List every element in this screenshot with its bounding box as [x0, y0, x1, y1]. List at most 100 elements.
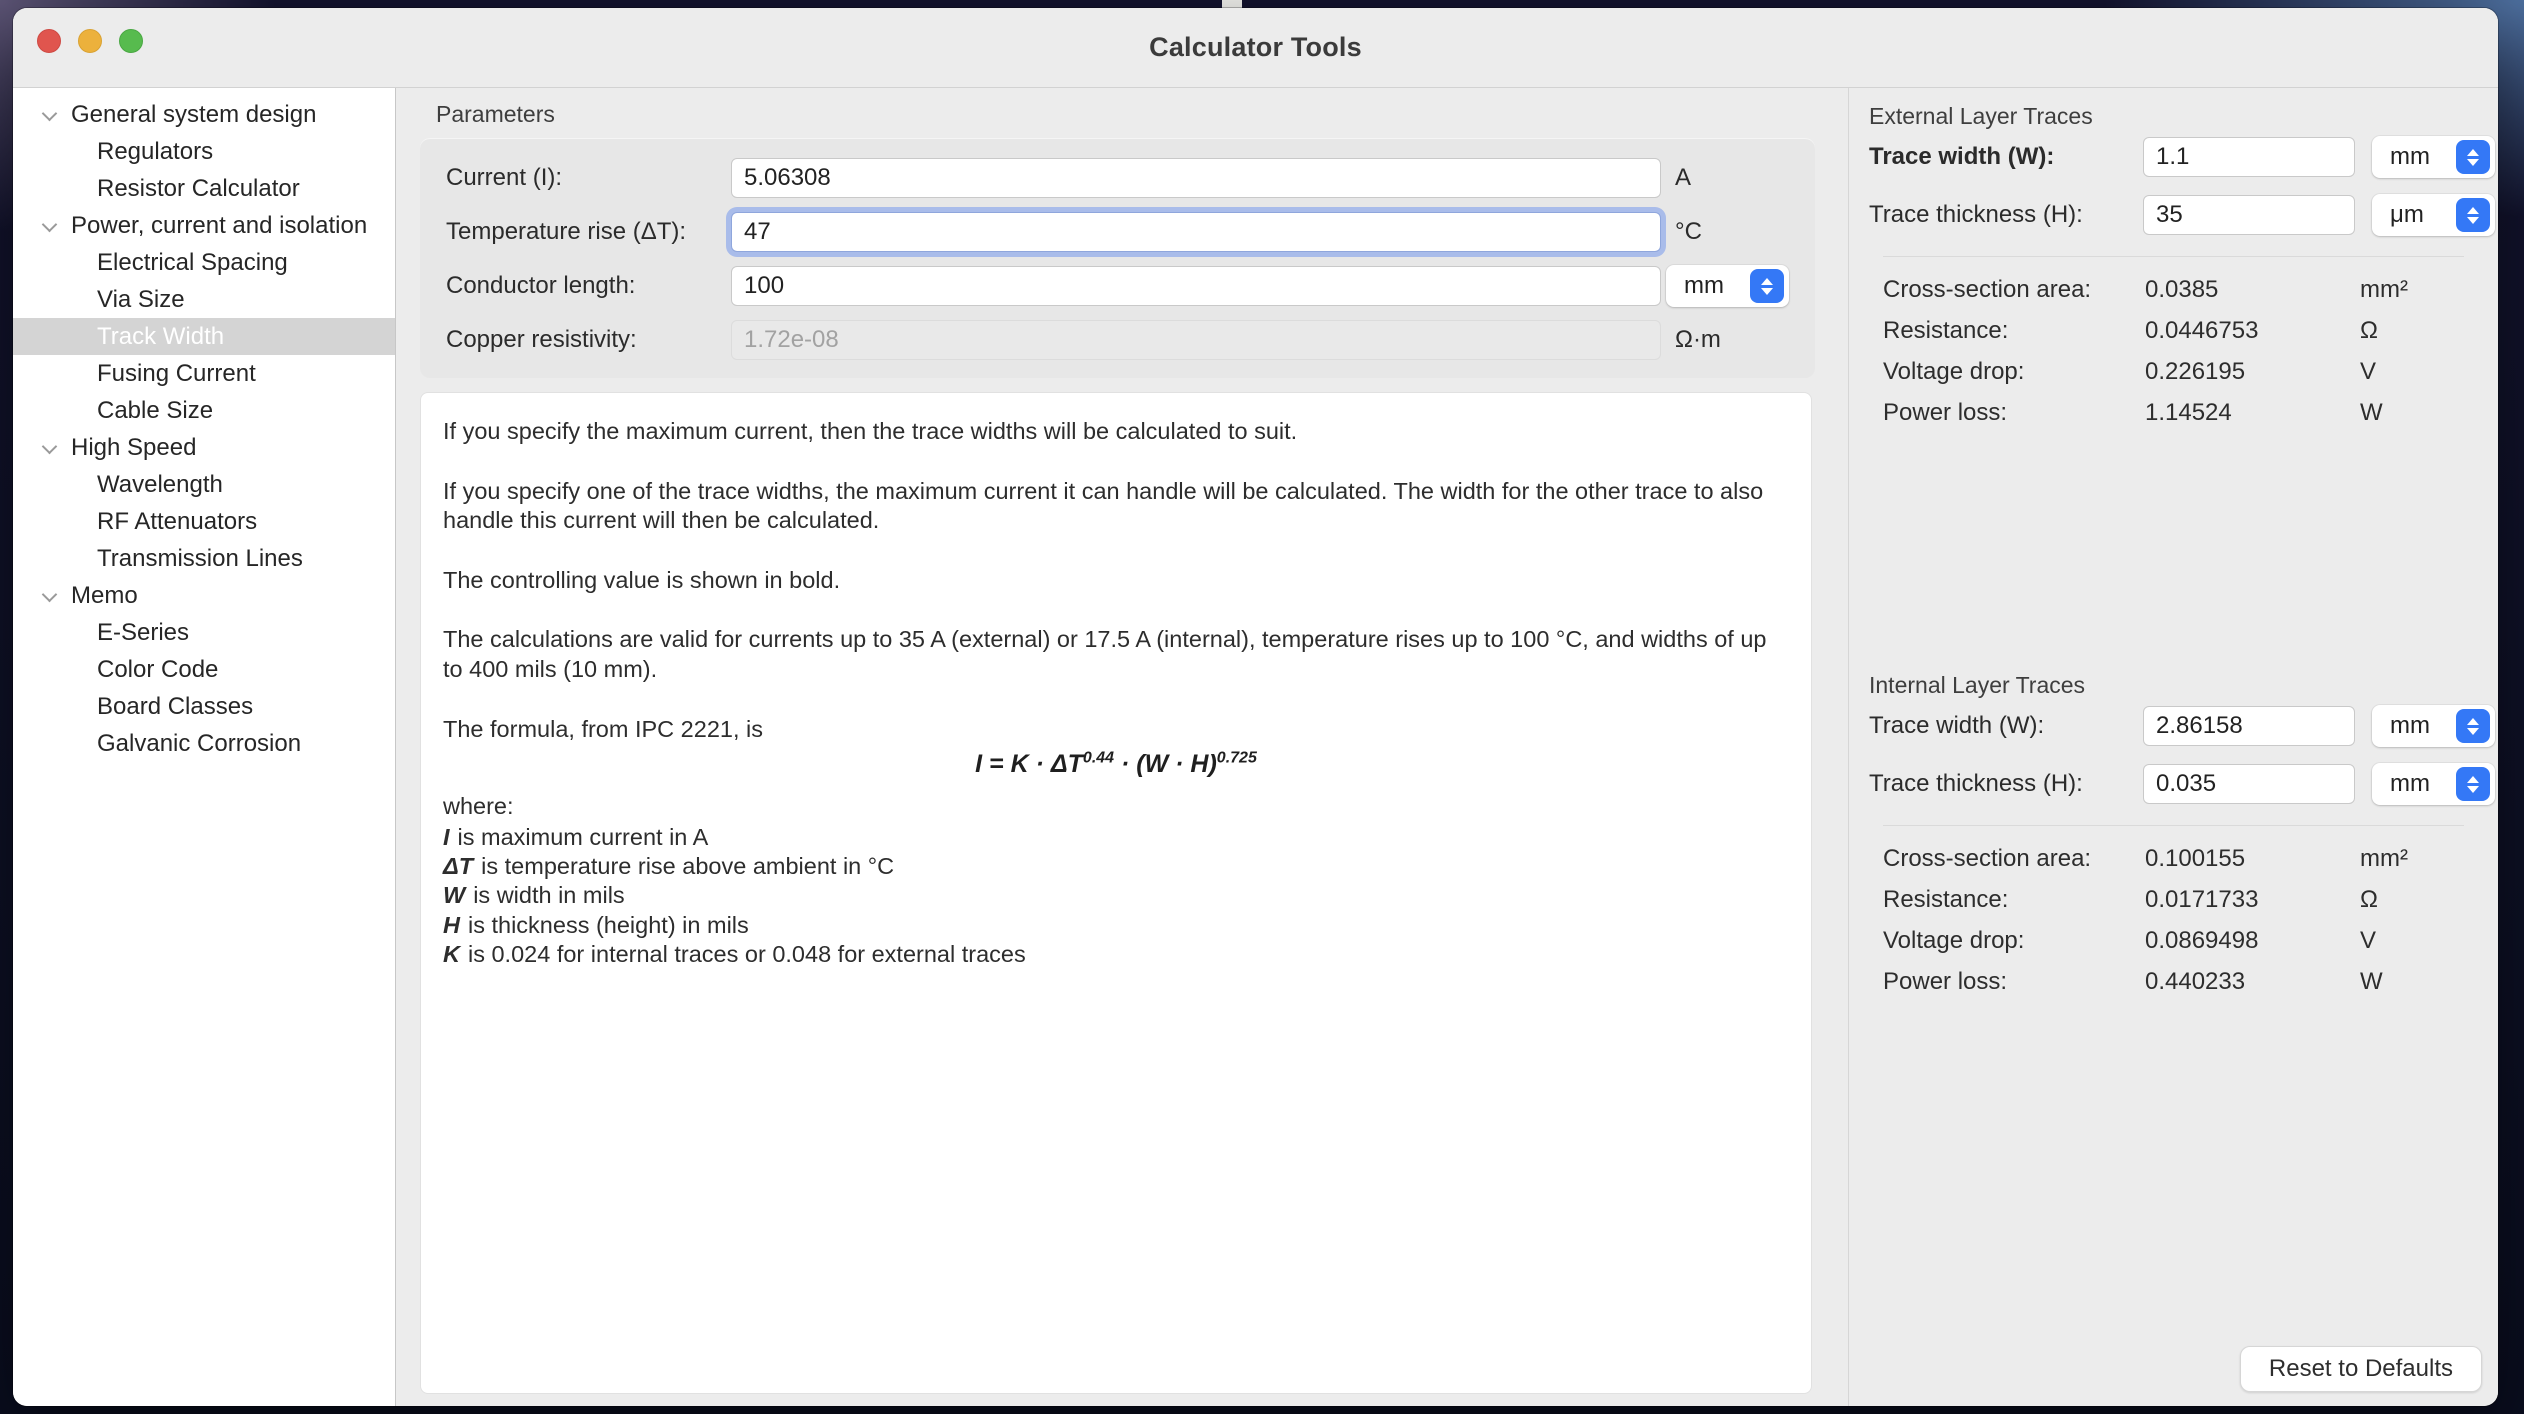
result-label: Power loss:: [1883, 399, 2145, 427]
chevron-down-icon[interactable]: [43, 441, 57, 455]
sidebar-item-label: Galvanic Corrosion: [97, 730, 301, 758]
sidebar-tree-item[interactable]: Color Code: [13, 651, 395, 688]
sidebar-tree-item[interactable]: High Speed: [13, 429, 395, 466]
sidebar-item-label: Regulators: [97, 138, 213, 166]
where-item: His thickness (height) in mils: [443, 912, 1789, 938]
result-value: 0.440233: [2145, 968, 2360, 996]
result-unit: Ω: [2360, 886, 2484, 914]
internal-trace-thickness-input[interactable]: [2143, 764, 2355, 804]
sidebar-item-label: RF Attenuators: [97, 508, 257, 536]
sidebar-item-label: Color Code: [97, 656, 218, 684]
current-input[interactable]: [731, 158, 1661, 198]
sidebar-item-label: E-Series: [97, 619, 189, 647]
result-unit: V: [2360, 358, 2484, 386]
stepper-icon: [1750, 269, 1784, 303]
parameters-section-title: Parameters: [436, 100, 1848, 128]
internal-trace-thickness-unit-select[interactable]: mm: [2372, 763, 2495, 805]
where-item: ΔTis temperature rise above ambient in °…: [443, 853, 1789, 879]
result-value: 1.14524: [2145, 399, 2360, 427]
divider: [1883, 825, 2464, 826]
sidebar-tree-item[interactable]: Regulators: [13, 133, 395, 170]
sidebar-tree-item[interactable]: Board Classes: [13, 688, 395, 725]
description-paragraph: The controlling value is shown in bold.: [443, 566, 1789, 596]
result-unit: Ω: [2360, 317, 2484, 345]
result-label: Voltage drop:: [1883, 927, 2145, 955]
description-paragraph: The calculations are valid for currents …: [443, 625, 1789, 684]
temperature-rise-label: Temperature rise (ΔT):: [446, 218, 731, 246]
internal-trace-thickness-label: Trace thickness (H):: [1869, 770, 2131, 798]
window-title: Calculator Tools: [13, 8, 2498, 87]
result-row: Voltage drop: 0.226195 V: [1883, 351, 2484, 392]
result-unit: mm²: [2360, 845, 2484, 873]
conductor-length-input[interactable]: [731, 266, 1661, 306]
result-unit: W: [2360, 399, 2484, 427]
description-paragraphs: If you specify the maximum current, then…: [443, 417, 1789, 685]
sidebar-tree-item[interactable]: Galvanic Corrosion: [13, 725, 395, 762]
sidebar-tree-item[interactable]: Memo: [13, 577, 395, 614]
reset-to-defaults-button[interactable]: Reset to Defaults: [2240, 1346, 2482, 1392]
internal-trace-thickness-row: Trace thickness (H): mm: [1869, 763, 2484, 805]
sidebar-item-label: Transmission Lines: [97, 545, 303, 573]
result-unit: W: [2360, 968, 2484, 996]
sidebar-tree-item[interactable]: Transmission Lines: [13, 540, 395, 577]
internal-trace-width-label: Trace width (W):: [1869, 712, 2131, 740]
internal-trace-width-unit-select[interactable]: mm: [2372, 705, 2495, 747]
copper-resistivity-unit: Ω·m: [1661, 326, 1815, 354]
sidebar-tree-item[interactable]: Electrical Spacing: [13, 244, 395, 281]
sidebar-tree-item[interactable]: E-Series: [13, 614, 395, 651]
conductor-length-unit-select[interactable]: mm: [1666, 265, 1789, 307]
sidebar-tree-item[interactable]: Track Width: [13, 318, 395, 355]
external-trace-width-unit-select[interactable]: mm: [2372, 136, 2495, 178]
sidebar-item-label: Via Size: [97, 286, 185, 314]
calculator-tree: General system design Regulators Resisto…: [13, 88, 396, 1406]
external-trace-width-row: Trace width (W): mm: [1869, 136, 2484, 178]
external-trace-width-input[interactable]: [2143, 137, 2355, 177]
result-unit: mm²: [2360, 276, 2484, 304]
external-section-title: External Layer Traces: [1869, 102, 2498, 130]
result-label: Resistance:: [1883, 886, 2145, 914]
sidebar-item-label: General system design: [71, 101, 316, 129]
external-trace-thickness-input[interactable]: [2143, 195, 2355, 235]
sidebar-item-label: High Speed: [71, 434, 196, 462]
stepper-icon: [2456, 709, 2490, 743]
parameters-group: Current (I): A Temperature rise (ΔT): °C…: [420, 138, 1815, 378]
where-item: Kis 0.024 for internal traces or 0.048 f…: [443, 941, 1789, 967]
calculator-tools-window: Calculator Tools General system design R…: [13, 8, 2498, 1406]
divider: [1883, 256, 2464, 257]
sidebar-tree-item[interactable]: Via Size: [13, 281, 395, 318]
result-label: Voltage drop:: [1883, 358, 2145, 386]
sidebar-tree-item[interactable]: Wavelength: [13, 466, 395, 503]
result-value: 0.0385: [2145, 276, 2360, 304]
sidebar-tree-item[interactable]: Power, current and isolation: [13, 207, 395, 244]
current-row: Current (I): A: [446, 156, 1815, 200]
result-label: Power loss:: [1883, 968, 2145, 996]
chevron-down-icon[interactable]: [43, 589, 57, 603]
copper-resistivity-input: [731, 320, 1661, 360]
conductor-length-label: Conductor length:: [446, 272, 731, 300]
result-value: 0.0446753: [2145, 317, 2360, 345]
sidebar-item-label: Track Width: [97, 323, 224, 351]
external-trace-thickness-unit-select[interactable]: μm: [2372, 194, 2495, 236]
internal-trace-width-input[interactable]: [2143, 706, 2355, 746]
sidebar-tree-item[interactable]: General system design: [13, 96, 395, 133]
current-unit: A: [1661, 164, 1815, 192]
where-list: Iis maximum current in A ΔTis temperatur…: [443, 824, 1789, 968]
result-value: 0.100155: [2145, 845, 2360, 873]
sidebar-tree-item[interactable]: RF Attenuators: [13, 503, 395, 540]
trace-results-panel: External Layer Traces Trace width (W): m…: [1848, 88, 2498, 1406]
copper-resistivity-label: Copper resistivity:: [446, 326, 731, 354]
sidebar-tree-item[interactable]: Resistor Calculator: [13, 170, 395, 207]
chevron-down-icon[interactable]: [43, 219, 57, 233]
external-trace-thickness-row: Trace thickness (H): μm: [1869, 194, 2484, 236]
chevron-down-icon[interactable]: [43, 108, 57, 122]
sidebar-tree-item[interactable]: Cable Size: [13, 392, 395, 429]
description-box: If you specify the maximum current, then…: [420, 392, 1812, 1394]
result-label: Resistance:: [1883, 317, 2145, 345]
stepper-icon: [2456, 140, 2490, 174]
description-paragraph: If you specify the maximum current, then…: [443, 417, 1789, 447]
copper-resistivity-row: Copper resistivity: Ω·m: [446, 318, 1815, 362]
external-layer-traces-section: External Layer Traces Trace width (W): m…: [1849, 102, 2498, 433]
sidebar-tree-item[interactable]: Fusing Current: [13, 355, 395, 392]
temperature-rise-input[interactable]: [731, 212, 1661, 252]
internal-section-title: Internal Layer Traces: [1869, 671, 2498, 699]
